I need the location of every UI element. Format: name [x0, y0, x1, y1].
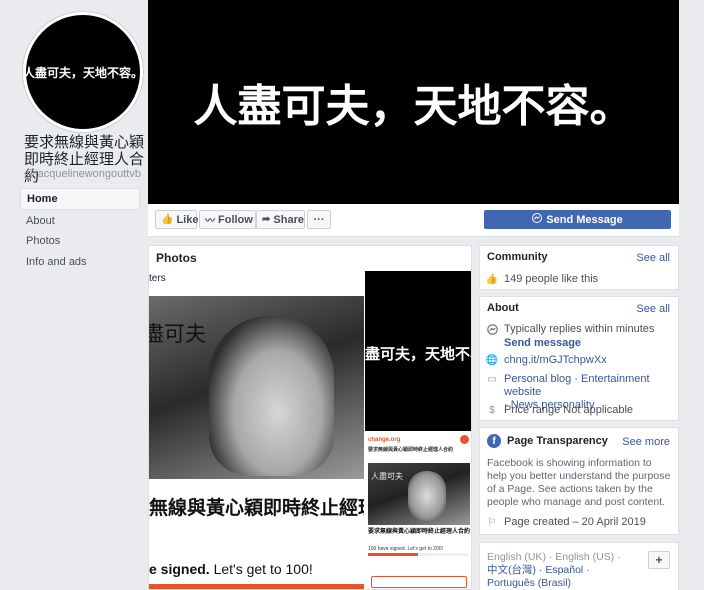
transparency-see-more-link[interactable]: See more [622, 436, 670, 448]
side-portrait: 人盡可夫 [368, 463, 470, 525]
page-created-row: ⚐ Page created – 20 April 2019 [487, 516, 646, 528]
category-icon: ▭ [487, 373, 497, 385]
likes-row: 👍 149 people like this [485, 273, 599, 285]
messenger-icon [486, 323, 498, 335]
about-card: About See all Typically replies within m… [479, 296, 679, 421]
cover-text: 人盡可夫，天地不容。 [193, 81, 634, 132]
facebook-icon: f [487, 434, 501, 448]
photo-signed-line: e signed. Let's get to 100! [149, 561, 313, 577]
page-transparency-card: f Page Transparency See more Facebook is… [479, 427, 679, 535]
photo-overlay-text: 盡可夫 [149, 322, 206, 346]
side-site-name: change.org [368, 437, 401, 443]
side-face-shape [408, 471, 446, 521]
side-portrait-overlay: 人盡可夫 [371, 472, 403, 481]
add-language-button[interactable]: + [648, 551, 670, 569]
profile-picture[interactable]: 人盡可夫，天地不容。 [23, 12, 143, 132]
avatar-text: 人盡可夫，天地不容。 [23, 65, 144, 80]
side-progress-fill [368, 553, 418, 556]
side-screenshot-title-2: 要求無線與黃心穎即時終止經理人合約 [368, 529, 471, 535]
rss-icon: 〰 [205, 216, 215, 227]
nav-photos[interactable]: Photos [20, 231, 140, 251]
nav-about[interactable]: About [20, 211, 140, 231]
share-arrow-icon: ➦ [262, 214, 271, 225]
side-screenshot-photo: change.org 要求無線與黃心穎即時終止經理人合約 人盡可夫 要求無線與黃… [365, 433, 471, 589]
side-icon [460, 435, 469, 444]
side-screenshot-title: 要求無線與黃心穎即時終止經理人合約 [368, 447, 454, 453]
price-icon: $ [489, 404, 495, 416]
photo-main[interactable]: ters 盡可夫 無線與黃心穎即時終止經理 e signed. Let's ge… [149, 271, 364, 589]
messenger-icon [532, 213, 543, 226]
page-nav: Home About Photos Info and ads [20, 188, 140, 272]
side-progress-track [368, 553, 468, 556]
languages-card: English (UK) · English (US) · 中文(台灣) · E… [479, 542, 679, 590]
thumbs-up-icon: 👍 [485, 273, 499, 285]
nav-home[interactable]: Home [20, 188, 140, 210]
share-button[interactable]: ➦ Share [256, 210, 305, 229]
website-row: 🌐 chng.it/mGJTchpwXx [486, 354, 607, 367]
like-button[interactable]: 👍 Like [155, 210, 198, 229]
face-shape [209, 316, 334, 476]
send-message-button[interactable]: Send Message [484, 210, 671, 229]
flag-icon: ⚐ [487, 516, 497, 528]
replies-row: Typically replies within minutes Send me… [486, 323, 654, 350]
globe-icon: 🌐 [485, 354, 499, 366]
side-signed-text: 100 have signed. Let's get to 200! [368, 546, 443, 552]
action-bar: 👍 Like 〰 Follow ➦ Share ··· Send Message [148, 204, 679, 237]
send-message-link[interactable]: Send message [504, 337, 654, 350]
price-row: $ Price range Not applicable [486, 404, 633, 417]
transparency-description: Facebook is showing information to help … [487, 457, 671, 508]
website-link[interactable]: chng.it/mGJTchpwXx [504, 354, 607, 367]
progress-bar [149, 584, 364, 589]
side-photo-text: 盡可夫，天地不容 [365, 345, 471, 363]
cover-photo[interactable]: 人盡可夫，天地不容。 [148, 0, 679, 204]
side-button [371, 576, 467, 588]
page-handle[interactable]: @jacquelinewongouttvb [24, 168, 141, 180]
follow-button[interactable]: 〰 Follow [199, 210, 256, 229]
portrait-photo: 盡可夫 [149, 296, 364, 479]
community-title: Community [487, 251, 548, 263]
language-line-1[interactable]: English (UK) · English (US) · [487, 551, 637, 564]
more-options-button[interactable]: ··· [307, 210, 331, 229]
thumbs-up-icon: 👍 [161, 214, 174, 225]
language-line-3[interactable]: Português (Brasil) [487, 577, 637, 590]
reply-time-text: Typically replies within minutes [504, 323, 655, 335]
language-list: English (UK) · English (US) · 中文(台灣) · E… [487, 551, 637, 590]
language-line-2[interactable]: 中文(台灣) · Español · [487, 564, 637, 577]
photos-title[interactable]: Photos [149, 246, 471, 272]
transparency-title: Page Transparency [507, 435, 608, 447]
nav-info-and-ads[interactable]: Info and ads [20, 252, 140, 272]
photos-card: Photos ters 盡可夫 無線與黃心穎即時終止經理 e signed. L… [148, 245, 472, 590]
about-see-all-link[interactable]: See all [636, 303, 670, 315]
community-card: Community See all 👍 149 people like this [479, 245, 679, 290]
left-sidebar: 人盡可夫，天地不容。 要求無線與黃心穎即時終止經理人合約 @jacqueline… [0, 0, 148, 590]
photo-main-top-text: ters [149, 273, 166, 284]
photo-headline: 無線與黃心穎即時終止經理 [149, 498, 364, 519]
about-title: About [487, 302, 519, 314]
ellipsis-icon: ··· [313, 213, 325, 226]
side-black-photo: 盡可夫，天地不容 [365, 271, 471, 431]
category-links[interactable]: Personal blog · Entertainment website [504, 373, 678, 399]
community-see-all-link[interactable]: See all [636, 252, 670, 264]
photo-side[interactable]: 盡可夫，天地不容 change.org 要求無線與黃心穎即時終止經理人合約 人盡… [365, 271, 471, 589]
